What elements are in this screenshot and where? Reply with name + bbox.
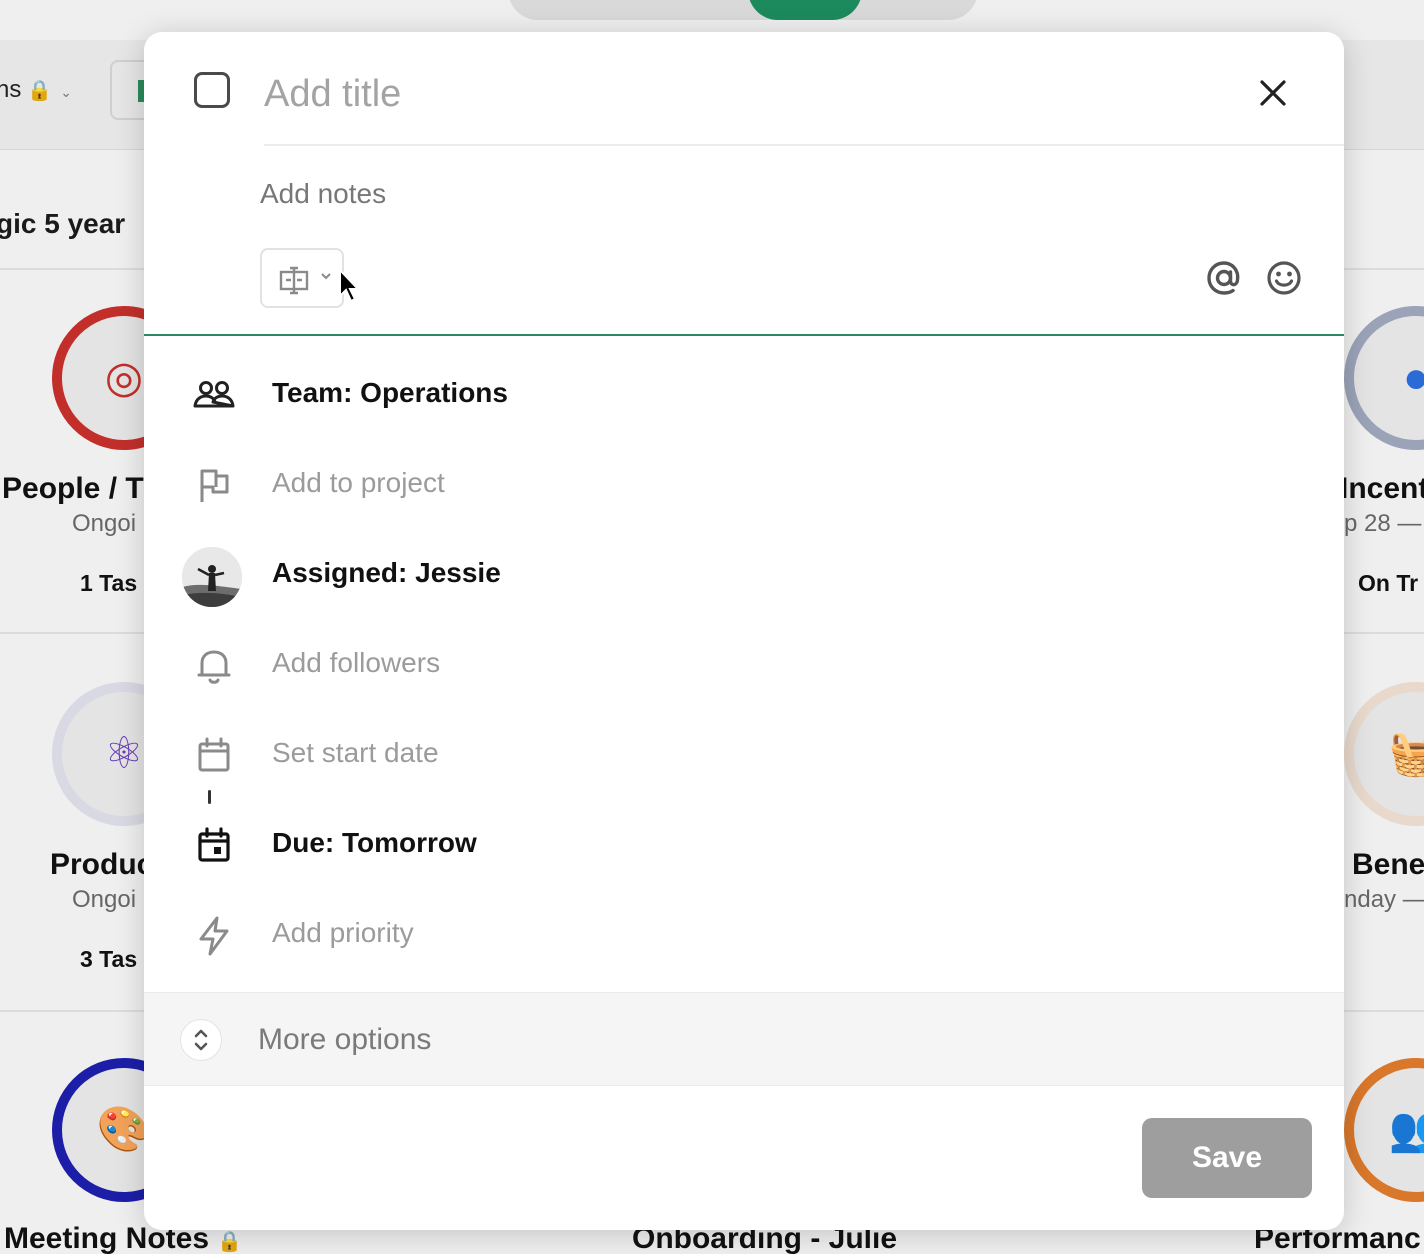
top-segmented-control <box>508 0 978 20</box>
avatar <box>182 547 242 607</box>
card-ring: 👥 <box>1344 1058 1424 1202</box>
card-title: Produc <box>50 848 154 881</box>
priority-field[interactable]: Add priority <box>144 891 1344 981</box>
card-subtitle: Ongoi <box>72 510 137 537</box>
expand-icon <box>180 1019 222 1061</box>
notes-focus-underline <box>144 334 1344 336</box>
chevron-down-icon: ⌄ <box>60 84 72 100</box>
followers-label: Add followers <box>272 647 441 678</box>
due-date-label: Due: Tomorrow <box>272 827 477 858</box>
card-task-count: On Tr <box>1358 570 1419 596</box>
priority-label: Add priority <box>272 917 414 948</box>
card-task-count: 1 Tas <box>80 570 138 596</box>
chevron-down-icon <box>321 273 331 280</box>
mention-button[interactable] <box>1204 258 1244 298</box>
notes-input[interactable] <box>260 172 1160 216</box>
bell-icon <box>197 650 231 684</box>
calendar-icon <box>198 737 230 772</box>
text-format-button[interactable] <box>260 248 344 308</box>
chat-bubbles-icon: ● <box>1402 353 1424 402</box>
mouse-pointer-icon <box>339 268 361 303</box>
start-date-label: Set start date <box>272 737 439 768</box>
lock-icon: 🔒 <box>217 1231 243 1253</box>
more-options-toggle[interactable]: More options <box>144 992 1344 1086</box>
background-breadcrumb: ns 🔒 ⌄ <box>0 76 72 103</box>
lock-icon: 🔒 <box>27 80 53 102</box>
card-subtitle: nday — <box>1344 886 1424 913</box>
people-icon: 👥 <box>1388 1105 1424 1154</box>
top-active-segment <box>748 0 862 20</box>
calendar-due-icon <box>198 827 230 862</box>
start-date-field[interactable]: Set start date <box>144 711 1344 801</box>
team-label: Team: Operations <box>272 377 508 408</box>
team-icon <box>193 381 235 408</box>
card-title: Bene <box>1352 848 1424 881</box>
card-ring: ● <box>1344 306 1424 450</box>
card-title: Incent <box>1340 472 1424 505</box>
save-button[interactable]: Save <box>1142 1118 1312 1198</box>
followers-field[interactable]: Add followers <box>144 621 1344 711</box>
smiley-icon <box>1267 261 1301 295</box>
card-title: People / T <box>2 472 144 505</box>
card-subtitle: p 28 — <box>1344 510 1422 537</box>
due-date-field[interactable]: Due: Tomorrow <box>144 801 1344 891</box>
team-field[interactable]: Team: Operations <box>144 351 1344 441</box>
basket-icon: 🧺 <box>1388 729 1424 778</box>
flag-icon <box>200 469 229 502</box>
at-mention-icon <box>1207 261 1240 295</box>
card-ring: 🧺 <box>1344 682 1424 826</box>
close-icon <box>1260 80 1286 106</box>
assignee-label: Assigned: Jessie <box>272 557 501 588</box>
background-section-heading: gic 5 year <box>0 208 126 239</box>
title-divider <box>264 144 1344 146</box>
close-button[interactable] <box>1252 72 1296 116</box>
complete-checkbox[interactable] <box>194 72 230 108</box>
card-subtitle: Ongoi <box>72 886 137 913</box>
more-options-label: More options <box>258 1023 432 1056</box>
project-field[interactable]: Add to project <box>144 441 1344 531</box>
assignee-field[interactable]: Assigned: Jessie <box>144 531 1344 621</box>
emoji-button[interactable] <box>1264 258 1304 298</box>
assignee-photo <box>182 547 242 607</box>
project-label: Add to project <box>272 467 445 498</box>
text-format-icon <box>279 266 309 295</box>
new-task-dialog: Team: Operations Add to project Assigned… <box>144 32 1344 1230</box>
title-input[interactable] <box>264 62 1204 126</box>
lightning-icon <box>199 916 229 956</box>
card-task-count: 3 Tas <box>80 946 138 972</box>
